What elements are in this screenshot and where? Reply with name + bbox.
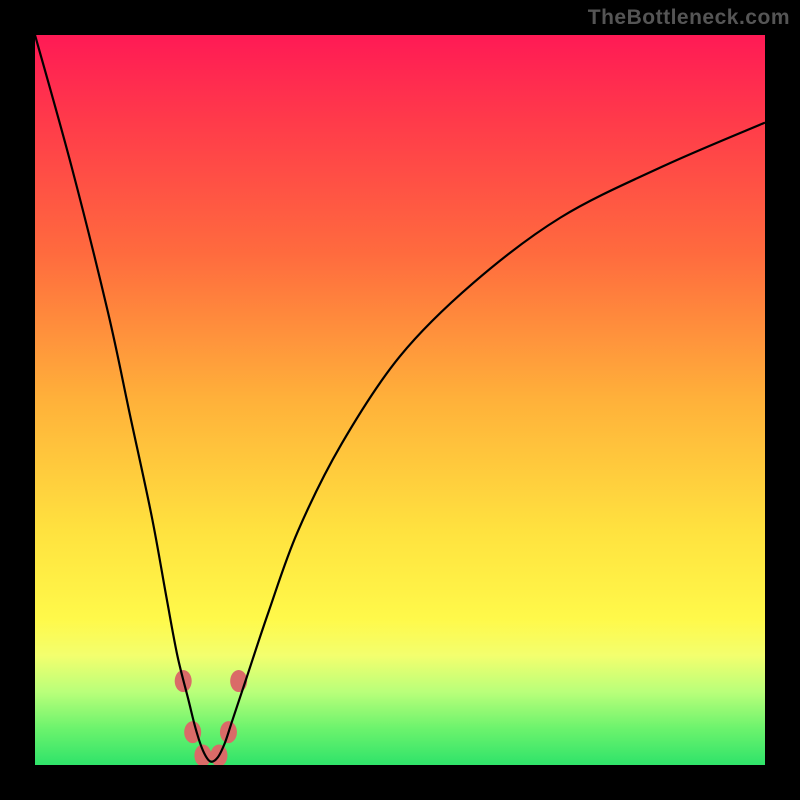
markers-group	[175, 670, 247, 765]
chart-stage: TheBottleneck.com	[0, 0, 800, 800]
watermark-text: TheBottleneck.com	[588, 6, 790, 30]
bottleneck-curve	[35, 35, 765, 762]
chart-svg	[35, 35, 765, 765]
plot-background-gradient	[35, 35, 765, 765]
